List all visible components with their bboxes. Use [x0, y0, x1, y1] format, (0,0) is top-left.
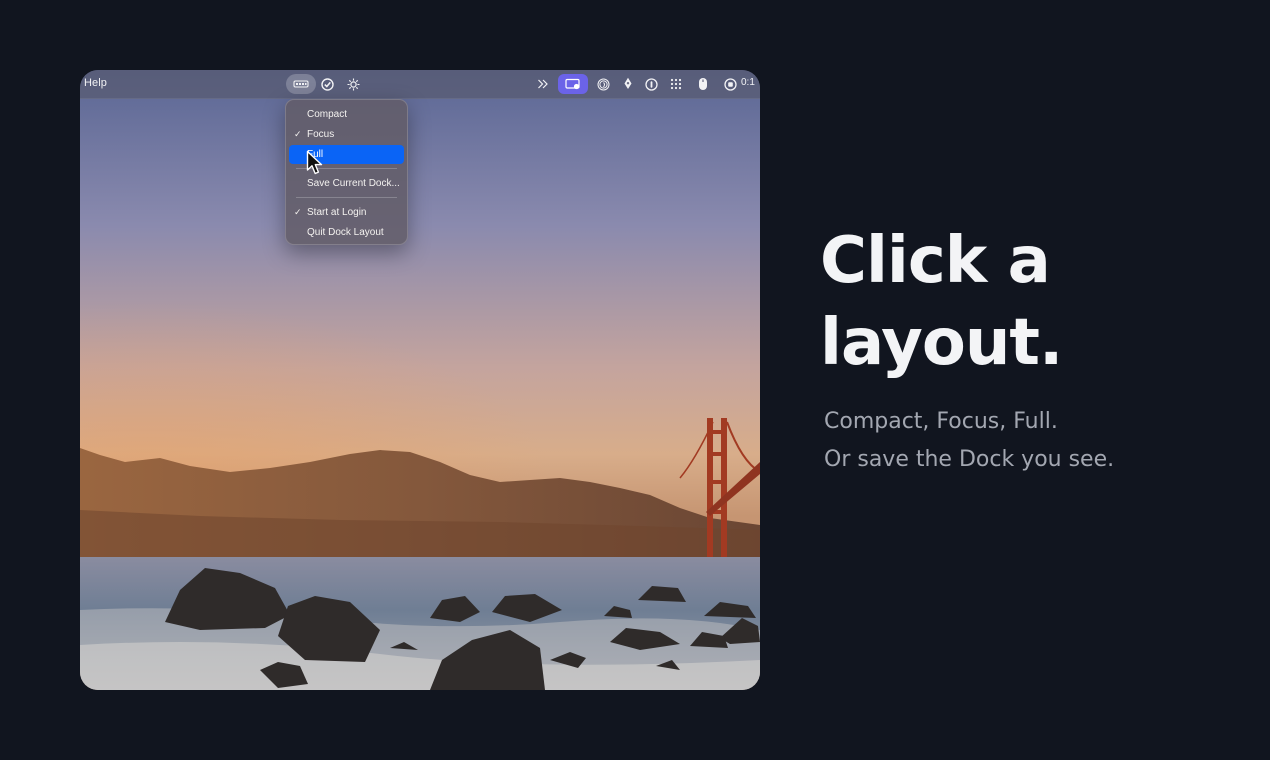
menu-separator — [296, 197, 397, 198]
help-menu[interactable]: Help — [84, 77, 107, 89]
menu-item-save-current-dock[interactable]: Save Current Dock... — [289, 174, 404, 193]
password-icon[interactable] — [643, 74, 659, 94]
menu-item-label: Save Current Dock... — [307, 178, 400, 189]
menu-bar: Help 0:1 — [80, 70, 760, 99]
chevron-double-right-icon[interactable] — [535, 74, 551, 94]
subheadline-line: Or save the Dock you see. — [824, 447, 1115, 472]
grid-dots-icon[interactable] — [668, 74, 684, 94]
rocket-icon[interactable] — [620, 74, 636, 94]
wallpaper-image — [80, 70, 760, 690]
desktop-screenshot: Help 0:1 Compact ✓ Focus Full Save Curre… — [80, 70, 760, 690]
mouse-icon[interactable] — [695, 74, 711, 94]
menu-item-label: Compact — [307, 109, 348, 120]
headline-line: Click a — [820, 224, 1051, 298]
menu-item-label: Start at Login — [307, 207, 367, 218]
menu-bar-clock[interactable]: 0:1 — [741, 77, 755, 88]
checkmark-icon: ✓ — [294, 129, 302, 139]
subheadline-line: Compact, Focus, Full. — [824, 409, 1058, 434]
menu-item-quit-dock-layout[interactable]: Quit Dock Layout — [289, 223, 404, 242]
sun-icon[interactable] — [345, 74, 361, 94]
dock-layout-menu: Compact ✓ Focus Full Save Current Dock..… — [285, 99, 408, 245]
checkmark-circle-icon[interactable] — [319, 74, 335, 94]
record-icon[interactable] — [722, 74, 738, 94]
headline-line: layout. — [820, 306, 1063, 380]
subheadline: Compact, Focus, Full. Or save the Dock y… — [824, 403, 1244, 479]
mouse-cursor-icon — [306, 150, 323, 175]
dock-layout-icon[interactable] — [286, 74, 316, 94]
menu-item-label: Focus — [307, 129, 335, 140]
headline: Click a layout. — [820, 220, 1250, 384]
menu-item-focus[interactable]: ✓ Focus — [289, 125, 404, 144]
menu-item-compact[interactable]: Compact — [289, 105, 404, 124]
checkmark-icon: ✓ — [294, 207, 302, 217]
fingerprint-icon[interactable] — [595, 74, 611, 94]
screen-share-icon[interactable] — [558, 74, 588, 94]
menu-item-label: Quit Dock Layout — [307, 227, 384, 238]
menu-item-start-at-login[interactable]: ✓ Start at Login — [289, 203, 404, 222]
